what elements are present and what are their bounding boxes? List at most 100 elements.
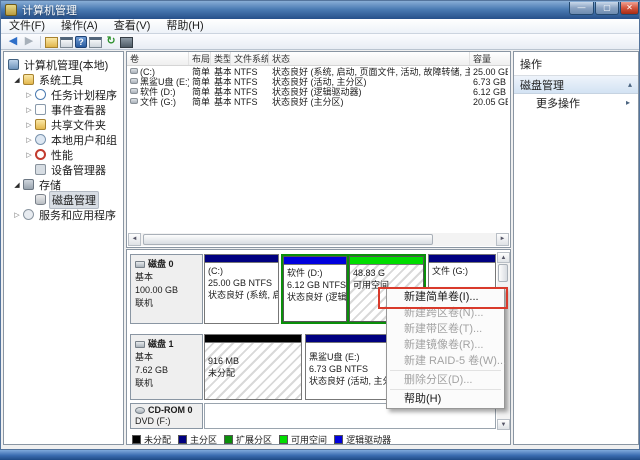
- toolbar: ◀ ▶ ? ↻: [1, 34, 639, 50]
- legend-swatch: [279, 435, 289, 444]
- scroll-up-icon[interactable]: ▲: [497, 252, 510, 263]
- close-button[interactable]: ✕: [620, 2, 639, 15]
- menu-action[interactable]: 操作(A): [53, 19, 106, 34]
- menu-view[interactable]: 查看(V): [106, 19, 159, 34]
- legend-item: 可用空间: [279, 433, 327, 446]
- scrollbar-thumb[interactable]: [143, 234, 433, 245]
- menu-item-new-mirrored-volume: 新建镜像卷(R)...: [404, 339, 484, 351]
- menu-item-new-striped-volume: 新建带区卷(T)...: [404, 323, 483, 335]
- col-volume[interactable]: 卷: [127, 52, 189, 65]
- legend-swatch: [178, 435, 188, 444]
- col-layout[interactable]: 布局: [189, 52, 211, 65]
- forward-icon[interactable]: ▶: [22, 35, 36, 48]
- menu-item-new-simple-volume[interactable]: 新建简单卷(I)...: [388, 289, 503, 305]
- cdrom-label[interactable]: CD-ROM 0 DVD (F:): [130, 403, 203, 429]
- primary-partition-strip: [205, 255, 278, 263]
- table-row-c[interactable]: (C:) 简单 基本 NTFS 状态良好 (系统, 启动, 页面文件, 活动, …: [127, 67, 510, 77]
- menu-item-delete-partition: 删除分区(D)...: [404, 374, 473, 386]
- tree-item-label: 事件查看器: [51, 104, 106, 117]
- tree-item-computer-management[interactable]: 计算机管理(本地): [4, 57, 123, 72]
- logical-drive-strip: [284, 257, 346, 265]
- scroll-left-icon[interactable]: ◄: [128, 233, 141, 246]
- task-scheduler-icon: [35, 89, 46, 100]
- back-icon[interactable]: ◀: [6, 35, 20, 48]
- menu-item-new-raid5-volume: 新建 RAID-5 卷(W)...: [404, 355, 507, 367]
- tree-item-task-scheduler[interactable]: ▷ 任务计划程序: [4, 87, 123, 102]
- more-actions-item[interactable]: 更多操作 ▸: [514, 94, 638, 111]
- volume-icon: [130, 68, 138, 74]
- tree-item-disk-management[interactable]: 磁盘管理: [4, 190, 123, 209]
- table-row-g[interactable]: 文件 (G:) 简单 基本 NTFS 状态良好 (主分区) 20.05 GB: [127, 97, 510, 107]
- system-tools-icon: [23, 74, 34, 85]
- tree-item-label: 设备管理器: [51, 164, 106, 177]
- disk-icon: [135, 341, 145, 348]
- tree-item-system-tools[interactable]: ◢ 系统工具: [4, 72, 123, 87]
- help-icon[interactable]: ?: [75, 35, 87, 48]
- tree-item-label: 任务计划程序: [51, 89, 117, 102]
- taskbar-strip[interactable]: [0, 450, 640, 460]
- menu-help[interactable]: 帮助(H): [158, 19, 211, 34]
- menu-bar: 文件(F) 操作(A) 查看(V) 帮助(H): [1, 19, 639, 34]
- title-bar: 计算机管理: [1, 1, 639, 19]
- legend-item: 未分配: [132, 433, 171, 446]
- partition-d[interactable]: 软件 (D:) 6.12 GB NTFS 状态良好 (逻辑: [283, 256, 347, 322]
- menu-file[interactable]: 文件(F): [1, 19, 53, 34]
- col-filesystem[interactable]: 文件系统: [231, 52, 269, 65]
- collapse-section-icon[interactable]: ▴: [628, 80, 632, 89]
- horizontal-scrollbar[interactable]: ◄ ►: [128, 233, 509, 246]
- expander-collapsed-icon[interactable]: ▷: [24, 121, 34, 129]
- export-list-icon[interactable]: [45, 36, 58, 48]
- expander-collapsed-icon[interactable]: ▷: [24, 136, 34, 144]
- properties-window-icon[interactable]: [89, 36, 102, 48]
- actions-title: 操作: [514, 52, 638, 76]
- table-row-e[interactable]: 黑鲨U盘 (E:) 简单 基本 NTFS 状态良好 (活动, 主分区) 6.73…: [127, 77, 510, 87]
- show-hide-console-tree-icon[interactable]: [60, 36, 73, 48]
- volume-icon: [130, 88, 138, 94]
- expander-expanded-icon[interactable]: ◢: [12, 181, 22, 189]
- tree-item-label: 性能: [51, 149, 73, 162]
- disk1-label[interactable]: 磁盘 1 基本 7.62 GB 联机: [130, 334, 203, 400]
- refresh-icon[interactable]: ↻: [104, 35, 118, 48]
- table-row-d[interactable]: 软件 (D:) 简单 基本 NTFS 状态良好 (逻辑驱动器) 6.12 GB: [127, 87, 510, 97]
- legend-swatch: [132, 435, 141, 444]
- tree-item-shared-folders[interactable]: ▷ 共享文件夹: [4, 117, 123, 132]
- actions-section-disk-management[interactable]: 磁盘管理 ▴: [514, 76, 638, 94]
- scrollbar-thumb[interactable]: [498, 264, 508, 282]
- cdrom-icon: [135, 407, 145, 414]
- legend-item: 主分区: [178, 433, 217, 446]
- users-icon: [35, 134, 46, 145]
- disk0-label[interactable]: 磁盘 0 基本 100.00 GB 联机: [130, 254, 203, 324]
- partition-c[interactable]: (C:) 25.00 GB NTFS 状态良好 (系统, 启: [204, 254, 279, 324]
- col-status[interactable]: 状态: [269, 52, 470, 65]
- scroll-down-icon[interactable]: ▼: [497, 419, 510, 430]
- minimize-button[interactable]: —: [569, 2, 594, 15]
- menu-item-help[interactable]: 帮助(H): [388, 391, 503, 407]
- tree-item-storage[interactable]: ◢ 存储: [4, 177, 123, 192]
- volume-table-header: 卷 布局 类型 文件系统 状态 容量: [127, 52, 510, 66]
- menu-separator: [390, 370, 501, 371]
- tree-item-label: 系统工具: [39, 74, 83, 87]
- col-capacity[interactable]: 容量: [470, 52, 508, 65]
- tree-item-event-viewer[interactable]: ▷ 事件查看器: [4, 102, 123, 117]
- tree-item-services-applications[interactable]: ▷ 服务和应用程序: [4, 207, 123, 222]
- unallocated-strip: [205, 335, 301, 343]
- tree-item-performance[interactable]: ▷ 性能: [4, 147, 123, 162]
- expander-collapsed-icon[interactable]: ▷: [24, 91, 34, 99]
- volume-icon: [130, 98, 138, 104]
- expander-collapsed-icon[interactable]: ▷: [12, 211, 22, 219]
- expander-collapsed-icon[interactable]: ▷: [24, 106, 34, 114]
- tree-item-label: 计算机管理(本地): [24, 59, 109, 72]
- device-manager-icon: [35, 164, 46, 175]
- actions-panel: 操作 磁盘管理 ▴ 更多操作 ▸: [513, 51, 639, 445]
- tree-item-local-users-groups[interactable]: ▷ 本地用户和组: [4, 132, 123, 147]
- legend-item: 逻辑驱动器: [334, 433, 391, 446]
- maximize-button[interactable]: ▢: [595, 2, 619, 15]
- expander-expanded-icon[interactable]: ◢: [12, 76, 22, 84]
- tree-item-device-manager[interactable]: 设备管理器: [4, 162, 123, 177]
- scroll-right-icon[interactable]: ►: [496, 233, 509, 246]
- partition-legend: 未分配 主分区 扩展分区 可用空间 逻辑驱动器: [132, 433, 398, 446]
- disk-console-icon[interactable]: [120, 36, 133, 48]
- expander-collapsed-icon[interactable]: ▷: [24, 151, 34, 159]
- col-type[interactable]: 类型: [211, 52, 231, 65]
- unallocated-region[interactable]: 916 MB 未分配: [204, 334, 302, 400]
